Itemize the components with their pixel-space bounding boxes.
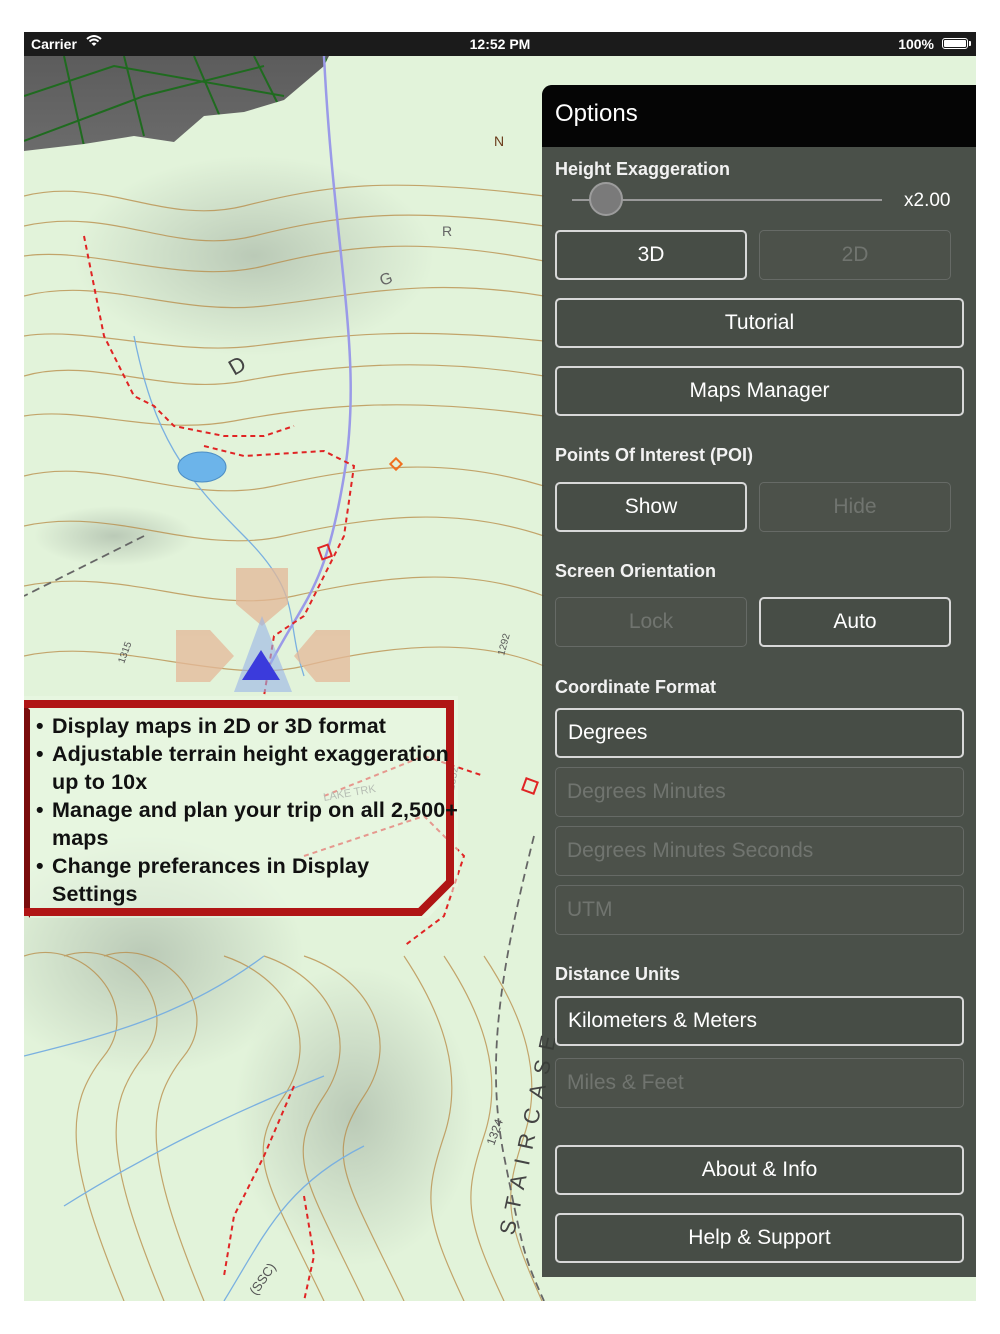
- screen-orientation-label: Screen Orientation: [555, 561, 717, 581]
- options-panel: Options Height Exaggeration x2.00 3D 2D …: [542, 85, 976, 1277]
- map-label-r: R: [442, 223, 452, 239]
- panel-header: Options: [542, 85, 976, 147]
- poi-show-button[interactable]: Show: [555, 482, 747, 532]
- feature-list: Display maps in 2D or 3D format Adjustab…: [36, 712, 458, 908]
- coordinate-format-label: Coordinate Format: [555, 677, 717, 697]
- coordinate-utm-option[interactable]: UTM: [555, 885, 964, 935]
- orientation-lock-button[interactable]: Lock: [555, 597, 747, 647]
- feature-callout: Display maps in 2D or 3D format Adjustab…: [24, 696, 458, 918]
- feature-bullet: Manage and plan your trip on all 2,500+ …: [36, 796, 458, 852]
- feature-bullet: Change preferances in Display Settings: [36, 852, 458, 908]
- help-support-button[interactable]: Help & Support: [555, 1213, 964, 1263]
- coordinate-degrees-option[interactable]: Degrees: [555, 708, 964, 758]
- units-km-meters-option[interactable]: Kilometers & Meters: [555, 996, 964, 1046]
- status-bar: Carrier 12:52 PM 100%: [24, 32, 976, 56]
- map-label-n: N: [494, 133, 504, 149]
- feature-bullet: Adjustable terrain height exaggeration u…: [36, 740, 458, 796]
- about-info-button[interactable]: About & Info: [555, 1145, 964, 1195]
- panel-title: Options: [555, 100, 638, 127]
- battery-icon: [942, 38, 971, 49]
- device-screen: Carrier 12:52 PM 100% N G R D STAIRCASE …: [24, 32, 976, 1301]
- tutorial-button[interactable]: Tutorial: [555, 298, 964, 348]
- units-miles-feet-option[interactable]: Miles & Feet: [555, 1058, 964, 1108]
- maps-manager-button[interactable]: Maps Manager: [555, 366, 964, 416]
- 3d-button[interactable]: 3D: [555, 230, 747, 280]
- battery-percentage: 100%: [898, 36, 934, 52]
- poi-hide-button[interactable]: Hide: [759, 482, 951, 532]
- feature-bullet: Display maps in 2D or 3D format: [36, 712, 458, 740]
- poi-label: Points Of Interest (POI): [555, 445, 754, 465]
- lake: [177, 451, 227, 483]
- coordinate-degrees-minutes-option[interactable]: Degrees Minutes: [555, 767, 964, 817]
- orientation-auto-button[interactable]: Auto: [759, 597, 951, 647]
- distance-units-label: Distance Units: [555, 964, 681, 984]
- height-exaggeration-value: x2.00: [904, 190, 951, 211]
- coordinate-dms-option[interactable]: Degrees Minutes Seconds: [555, 826, 964, 876]
- height-exaggeration-label: Height Exaggeration: [555, 159, 731, 179]
- clock: 12:52 PM: [469, 36, 531, 52]
- 2d-button[interactable]: 2D: [759, 230, 951, 280]
